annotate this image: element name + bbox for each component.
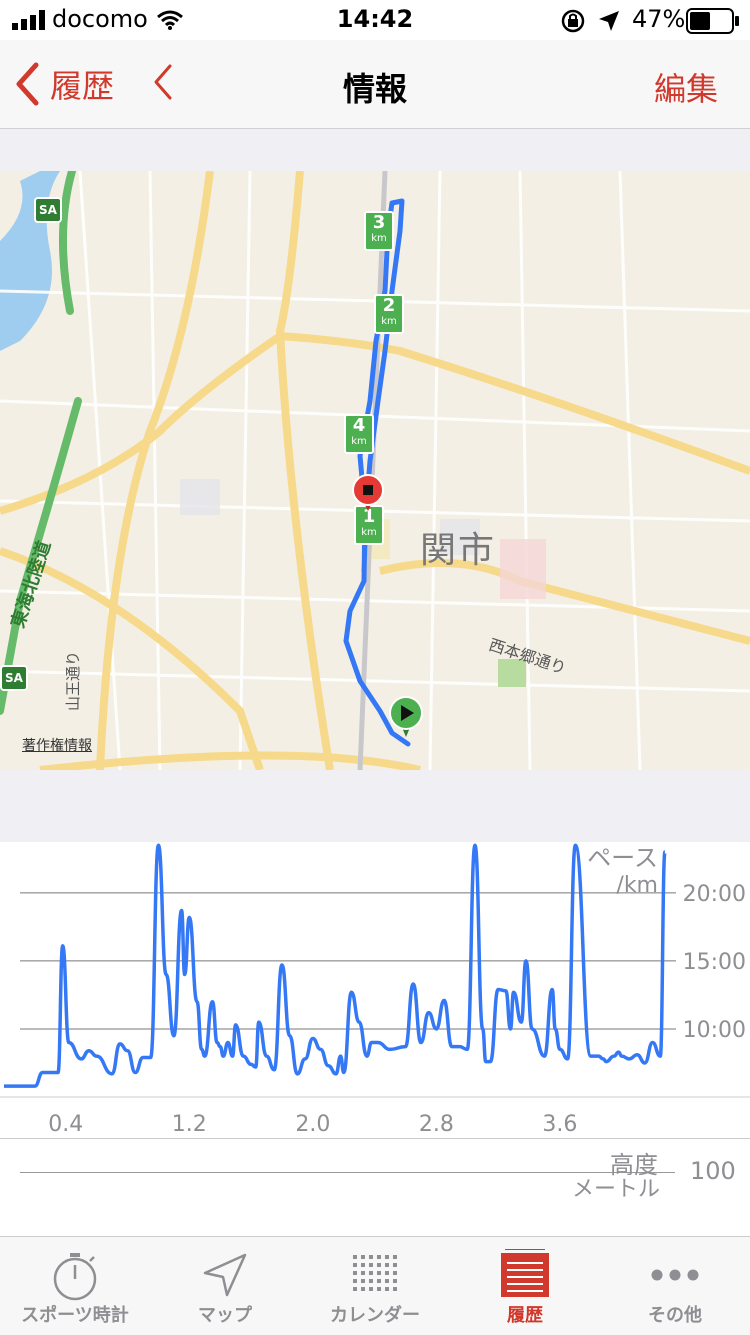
tab-label: カレンダー — [330, 1305, 420, 1326]
x-tick-label: 0.4 — [48, 1112, 83, 1137]
location-arrow-icon — [203, 1253, 247, 1297]
sa-badge: SA — [34, 197, 62, 223]
tab-more[interactable]: その他 — [600, 1237, 750, 1335]
more-dots-icon — [651, 1269, 699, 1281]
map-canvas — [0, 171, 750, 770]
tab-map[interactable]: マップ — [150, 1237, 300, 1335]
tab-calendar[interactable]: カレンダー — [300, 1237, 450, 1335]
stop-pin-icon[interactable] — [351, 473, 385, 513]
battery-percentage: 47% — [632, 5, 686, 33]
tab-sports-watch[interactable]: スポーツ時計 — [0, 1237, 150, 1335]
copyright-link[interactable]: 著作権情報 — [22, 735, 92, 755]
section-spacer — [0, 129, 750, 171]
y-axis-label: ペース — [587, 844, 658, 872]
elevation-unit: メートル — [571, 1177, 660, 1202]
km-marker: 2 km — [374, 294, 404, 334]
street-label: 山王通り — [64, 650, 82, 711]
history-list-icon — [501, 1249, 549, 1297]
km-marker: 3 km — [364, 211, 394, 251]
y-axis-unit: /km — [616, 873, 658, 898]
battery-icon — [686, 8, 739, 34]
rotation-lock-icon — [561, 9, 585, 33]
x-tick-label: 2.8 — [419, 1112, 454, 1137]
route-map[interactable]: SA SA 東海北陸道 山王通り 西本郷通り 関市 著作権情報 1 km 2 k… — [0, 171, 750, 770]
tab-label: 履歴 — [507, 1305, 543, 1326]
start-pin-icon[interactable] — [388, 695, 424, 739]
y-tick-label: 15:00 — [683, 950, 746, 975]
elevation-tick: 100 — [690, 1157, 736, 1185]
pace-series-line — [4, 843, 667, 1088]
elevation-chart: 高度 メートル 100 — [0, 1138, 750, 1235]
tab-bar: スポーツ時計 マップ カレンダー 履歴 その他 — [0, 1236, 750, 1335]
km-marker: 4 km — [344, 414, 374, 454]
page-title: 情報 — [342, 70, 407, 108]
pace-chart: 10:00 15:00 20:00 0.4 1.2 2.0 2.8 3.6 ペース/km — [0, 842, 750, 1138]
city-label: 関市 — [420, 530, 497, 571]
x-tick-label: 1.2 — [172, 1112, 207, 1137]
y-tick-label: 20:00 — [683, 882, 746, 907]
status-bar: docomo 14:42 47% — [0, 0, 750, 40]
calendar-grid-icon — [353, 1255, 397, 1291]
tab-label: マップ — [198, 1305, 252, 1326]
location-icon — [599, 11, 619, 31]
navigation-bar: 履歴 情報 編集 — [0, 40, 750, 129]
edit-button[interactable]: 編集 — [654, 64, 718, 110]
pace-chart-svg: 10:00 15:00 20:00 0.4 1.2 2.0 2.8 3.6 ペース/km — [0, 843, 750, 1137]
stopwatch-icon — [53, 1253, 97, 1301]
section-spacer — [0, 770, 750, 842]
tab-history[interactable]: 履歴 — [450, 1237, 600, 1335]
x-tick-label: 3.6 — [542, 1112, 577, 1137]
y-tick-label: 10:00 — [683, 1018, 746, 1043]
tab-label: その他 — [648, 1305, 702, 1326]
sa-badge: SA — [0, 665, 28, 691]
x-tick-label: 2.0 — [295, 1112, 330, 1137]
tab-label: スポーツ時計 — [21, 1305, 129, 1326]
